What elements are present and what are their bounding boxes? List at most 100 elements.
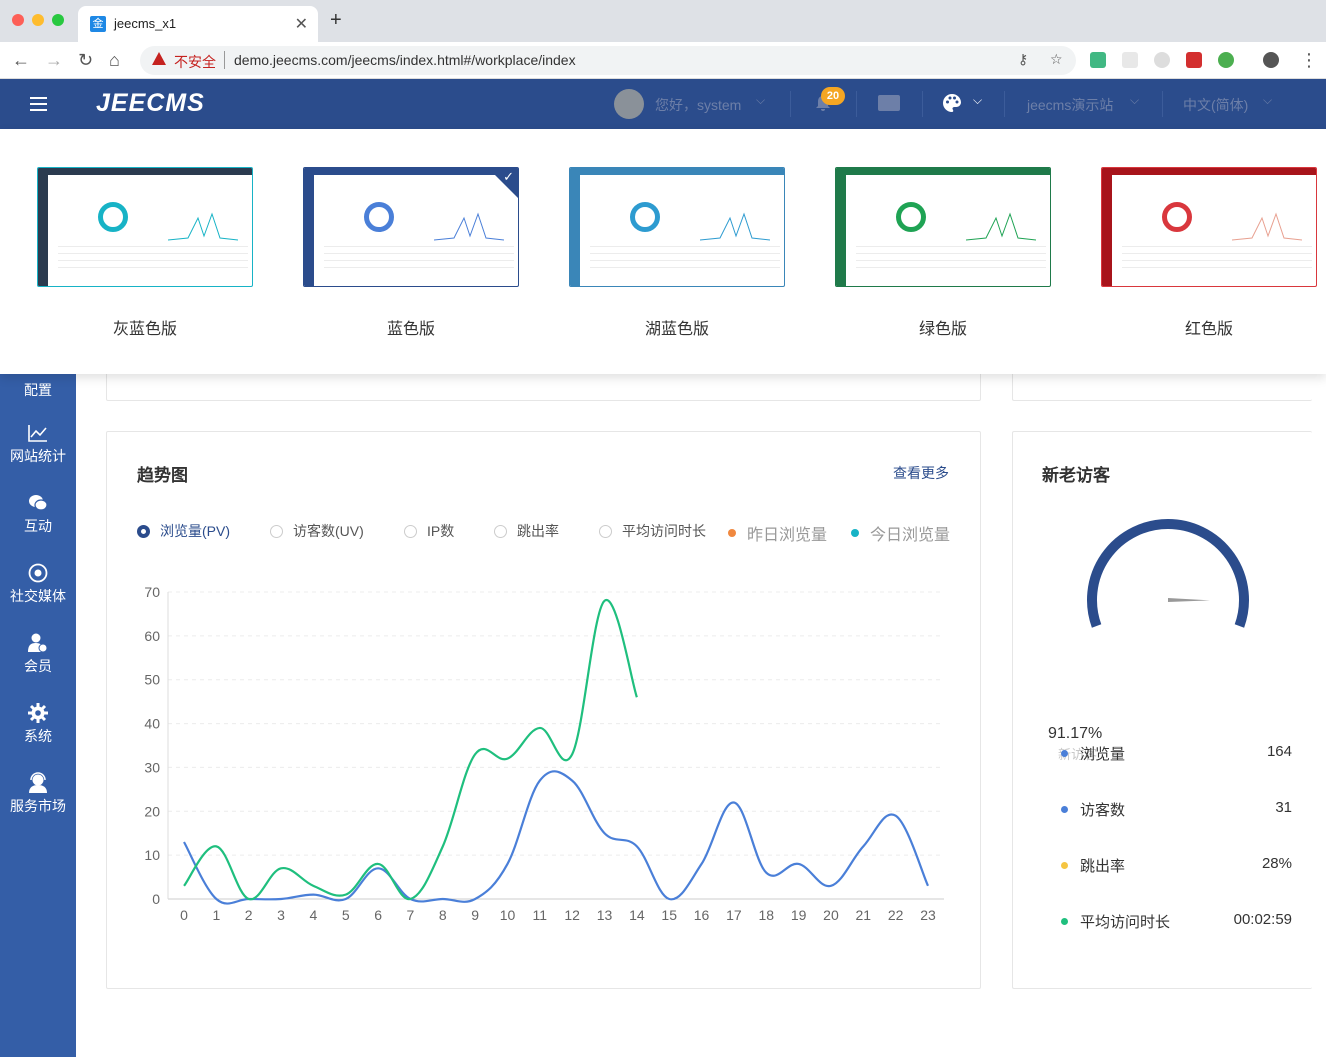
service-icon	[29, 772, 47, 793]
theme-gray-blue[interactable]	[37, 167, 253, 287]
theme-green[interactable]	[835, 167, 1051, 287]
site-selector[interactable]: jeecms演示站	[1027, 95, 1113, 115]
x-tick-label: 11	[533, 907, 548, 923]
sidebar-item-member[interactable]: 会员	[0, 632, 76, 676]
x-tick-label: 20	[823, 907, 839, 923]
palette-icon[interactable]	[942, 93, 962, 113]
fe-extension-icon[interactable]	[1186, 52, 1202, 68]
x-tick-label: 9	[471, 907, 479, 923]
option-pv[interactable]: 浏览量(PV)	[137, 521, 230, 541]
globe-extension-icon[interactable]	[1218, 52, 1234, 68]
monitor-icon[interactable]	[878, 95, 900, 111]
chart-icon	[28, 425, 47, 442]
member-icon	[28, 633, 48, 653]
divider	[922, 91, 923, 117]
url-text[interactable]: demo.jeecms.com/jeecms/index.html#/workp…	[234, 52, 576, 68]
theme-label[interactable]: 湖蓝色版	[569, 315, 785, 339]
avatar[interactable]	[614, 89, 644, 119]
x-tick-label: 8	[439, 907, 447, 923]
x-tick-label: 13	[597, 907, 613, 923]
profile-icon[interactable]	[1263, 52, 1279, 68]
sidebar-item-service-market[interactable]: 服务市场	[0, 772, 76, 816]
option-avg-duration[interactable]: 平均访问时长	[599, 521, 706, 541]
theme-label[interactable]: 绿色版	[835, 315, 1051, 339]
legend-yesterday[interactable]: 昨日浏览量	[728, 521, 827, 545]
x-tick-label: 0	[180, 907, 188, 923]
extension-icon[interactable]	[1154, 52, 1170, 68]
notification-badge: 20	[821, 87, 845, 105]
sidebar-item-system[interactable]: 系统	[0, 702, 76, 746]
theme-blue[interactable]: ✓	[303, 167, 519, 287]
trend-line-chart: 0102030405060700 1 2 3 4 5 6 7 8 9 10 11 12 13 14 15 16 1…	[144, 584, 944, 923]
x-tick-label: 2	[245, 907, 253, 923]
thumb-line	[700, 212, 770, 241]
key-icon[interactable]: ⚷	[1018, 51, 1028, 68]
sidebar-item-config[interactable]: 配置	[0, 378, 76, 400]
thumb-header	[570, 168, 784, 175]
view-more-link[interactable]: 查看更多	[893, 463, 949, 483]
y-tick-label: 20	[144, 803, 160, 819]
reload-icon[interactable]: ↻	[78, 50, 93, 70]
sidebar-item-social[interactable]: 社交媒体	[0, 562, 76, 606]
chevron-down-icon: ⌵	[973, 93, 983, 107]
language-selector[interactable]: 中文(简体)	[1183, 95, 1248, 115]
row-label: 平均访问时长	[1080, 914, 1171, 931]
chevron-down-icon: ⌵	[756, 93, 766, 107]
thumb-line	[1232, 212, 1302, 241]
sidebar-item-label: 互动	[24, 518, 52, 534]
thumb-donut	[896, 202, 926, 232]
radio-duration-icon	[599, 524, 612, 538]
app-header: JEECMS 您好，system ⌵ 20 ⌵ jeecms演示站 ⌵ 中文(简…	[0, 79, 1326, 129]
theme-red[interactable]	[1101, 167, 1317, 287]
x-tick-label: 12	[564, 907, 580, 923]
theme-dropdown: 灰蓝色版 ✓ 蓝色版 湖蓝色版 绿色版 红色版	[0, 129, 1326, 374]
theme-lake-blue[interactable]	[569, 167, 785, 287]
menu-kebab-icon[interactable]: ⋮	[1300, 50, 1318, 70]
sidebar-item-statistics[interactable]: 网站统计	[0, 422, 76, 466]
back-icon[interactable]: ←	[12, 50, 30, 70]
option-pv-label: 浏览量(PV)	[160, 523, 230, 539]
tab-close-icon[interactable]: ✕	[295, 14, 308, 34]
browser-tab[interactable]: 金 jeecms_x1 ✕	[78, 6, 318, 42]
home-icon[interactable]: ⌂	[109, 50, 120, 70]
tab-favicon-icon: 金	[90, 16, 106, 32]
theme-label[interactable]: 红色版	[1101, 315, 1317, 339]
user-greeting[interactable]: 您好，system	[655, 95, 741, 115]
option-bounce-label: 跳出率	[517, 523, 559, 539]
option-ip-label: IP数	[427, 523, 455, 539]
option-bounce[interactable]: 跳出率	[494, 521, 559, 541]
legend-dot	[1061, 750, 1068, 757]
vue-extension-icon[interactable]	[1090, 52, 1106, 68]
theme-label[interactable]: 蓝色版	[303, 315, 519, 339]
browser-tab-bar: 金 jeecms_x1 ✕ +	[0, 0, 1326, 42]
minimize-window-button[interactable]	[32, 14, 44, 26]
thumb-line	[966, 212, 1036, 241]
url-omnibox[interactable]: 不安全 demo.jeecms.com/jeecms/index.html#/w…	[140, 46, 1076, 75]
star-icon[interactable]: ☆	[1050, 51, 1063, 68]
option-ip[interactable]: IP数	[404, 521, 454, 541]
theme-label[interactable]: 灰蓝色版	[37, 315, 253, 339]
legend-dot	[1061, 862, 1068, 869]
theme-thumbnail: ✓	[303, 167, 519, 287]
thumb-sidebar	[304, 175, 314, 286]
extension-icon[interactable]	[1122, 52, 1138, 68]
thumb-sidebar	[38, 175, 48, 286]
address-bar: ← → ↻ ⌂ 不安全 demo.jeecms.com/jeecms/index…	[0, 42, 1326, 79]
sidebar-item-label: 系统	[24, 728, 52, 744]
x-tick-label: 18	[758, 907, 774, 923]
legend-today[interactable]: 今日浏览量	[851, 521, 950, 545]
x-tick-label: 22	[888, 907, 904, 923]
new-tab-button[interactable]: +	[330, 10, 342, 30]
x-tick-label: 21	[856, 907, 872, 923]
y-tick-label: 30	[144, 759, 160, 775]
option-uv[interactable]: 访客数(UV)	[270, 521, 364, 541]
sidebar-item-interaction[interactable]: 互动	[0, 492, 76, 536]
close-window-button[interactable]	[12, 14, 24, 26]
y-tick-label: 0	[152, 891, 160, 907]
thumb-rows	[324, 246, 514, 282]
hamburger-menu-icon[interactable]	[30, 97, 47, 111]
thumb-donut	[98, 202, 128, 232]
gauge-arc	[1087, 519, 1249, 628]
forward-icon[interactable]: →	[45, 50, 63, 70]
maximize-window-button[interactable]	[52, 14, 64, 26]
